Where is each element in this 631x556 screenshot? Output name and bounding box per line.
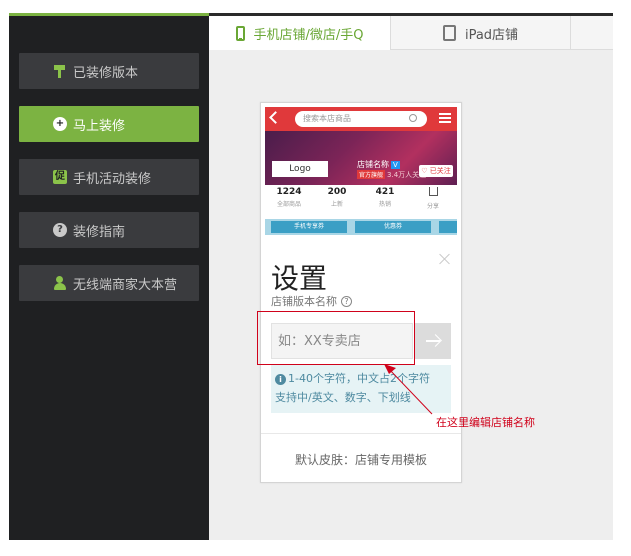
back-icon	[269, 111, 282, 124]
shop-search-placeholder: 搜索本店商品	[303, 114, 351, 123]
shop-search-bar: 搜索本店商品	[295, 111, 427, 127]
stat-share: 分享	[409, 187, 457, 210]
coupon-item-partial	[439, 221, 457, 233]
shop-followers: 官方旗舰 3.4万人关注	[357, 170, 426, 180]
stat-label: 热销	[378, 201, 391, 208]
stat-new-items: 200 上新	[313, 187, 361, 208]
sidebar-item-label: 已装修版本	[73, 65, 139, 81]
phone-preview: 搜索本店商品 Logo 店铺名称 V 官方旗舰 3.4万人关注 ♡ 已关注 1224…	[260, 102, 462, 483]
shop-logo: Logo	[272, 161, 328, 177]
device-tabbar: 手机店铺/微店/手Q iPad店铺	[209, 16, 613, 50]
sidebar-item-label: 手机活动装修	[73, 171, 152, 187]
annotation-arrow-icon	[384, 364, 433, 415]
tablet-icon	[442, 25, 456, 41]
coupon-item: 优惠券	[355, 221, 431, 233]
tab-label: 手机店铺/微店/手Q	[253, 27, 364, 43]
stat-value: 200	[327, 187, 347, 197]
main-panel: 手机店铺/微店/手Q iPad店铺 搜索本店商品 Logo 店铺名称 V 官方旗…	[209, 16, 613, 540]
sidebar-item-decorated-versions[interactable]: 已装修版本	[19, 53, 199, 89]
modal-subtitle: 店铺版本名称 ?	[271, 293, 352, 309]
shop-header: 搜索本店商品	[265, 107, 457, 131]
paint-roller-icon	[53, 64, 67, 78]
annotation-highlight-box	[257, 311, 415, 365]
verified-badge: V	[391, 161, 400, 169]
info-icon: i	[275, 374, 286, 385]
help-circle-icon: ?	[53, 223, 67, 237]
tab-label: iPad店铺	[464, 27, 519, 43]
shop-name: 店铺名称 V	[357, 159, 400, 170]
question-icon[interactable]: ?	[341, 295, 352, 307]
arrow-right-icon	[425, 340, 440, 342]
mobile-phone-icon	[235, 25, 245, 41]
modal-title: 设置	[271, 262, 328, 295]
close-icon[interactable]	[439, 253, 451, 265]
merchant-user-icon	[53, 276, 67, 290]
coupon-item: 手机专享券	[271, 221, 347, 233]
promo-badge-icon: 促	[53, 170, 67, 184]
shop-stats: 1224 全部商品 200 上新 421 热销 分享	[265, 187, 457, 213]
modal-subtitle-text: 店铺版本名称	[271, 295, 337, 308]
shop-banner: Logo 店铺名称 V 官方旗舰 3.4万人关注 ♡ 已关注	[265, 131, 457, 185]
plus-circle-icon: +	[53, 117, 67, 131]
stat-label: 分享	[426, 203, 439, 210]
sidebar-item-mobile-campaign[interactable]: 促 手机活动装修	[19, 159, 199, 195]
stat-all-items: 1224 全部商品	[265, 187, 313, 208]
sidebar-item-guide[interactable]: ? 装修指南	[19, 212, 199, 248]
share-icon	[409, 187, 457, 199]
search-icon	[409, 114, 417, 122]
menu-icon	[439, 113, 451, 115]
stat-label: 上新	[330, 201, 343, 208]
sidebar-item-label: 装修指南	[73, 224, 126, 240]
modal-divider	[261, 433, 461, 434]
stat-hot-items: 421 热销	[361, 187, 409, 208]
follow-button: ♡ 已关注	[419, 165, 453, 177]
stat-label: 全部商品	[276, 201, 301, 208]
annotation-text: 在这里编辑店铺名称	[436, 416, 535, 429]
tab-mobile-shop[interactable]: 手机店铺/微店/手Q	[209, 16, 391, 50]
sidebar-item-label: 无线端商家大本营	[73, 277, 178, 293]
shop-name-text: 店铺名称	[357, 160, 389, 169]
default-skin-label: 默认皮肤：店铺专用模板	[294, 453, 427, 467]
tab-ipad-shop[interactable]: iPad店铺	[391, 16, 571, 50]
editor-screen: 已装修版本 + 马上装修 促 手机活动装修 ? 装修指南 无线端商家大本营 手机…	[0, 0, 631, 556]
sidebar-item-decorate-now[interactable]: + 马上装修	[19, 106, 199, 142]
stat-value: 1224	[276, 187, 302, 197]
sidebar-item-merchant-base[interactable]: 无线端商家大本营	[19, 265, 199, 301]
stat-value: 421	[375, 187, 395, 197]
sidebar-item-label: 马上装修	[73, 118, 126, 134]
shop-tag: 官方旗舰	[357, 170, 386, 179]
coupon-strip: 手机专享券 优惠券	[265, 219, 457, 235]
sidebar: 已装修版本 + 马上装修 促 手机活动装修 ? 装修指南 无线端商家大本营	[9, 16, 209, 540]
submit-arrow-button[interactable]	[414, 323, 451, 359]
